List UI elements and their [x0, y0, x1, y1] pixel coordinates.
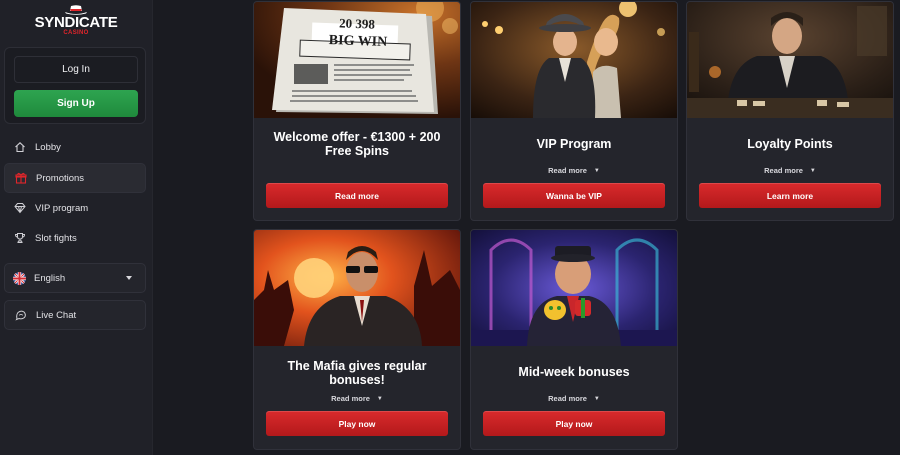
chevron-down-icon: [126, 276, 132, 280]
sidebar-item-label: Slot fights: [35, 232, 77, 244]
read-more-label: Read more: [548, 394, 587, 403]
promo-card-welcome-offer: 20 398 BIG WIN Welcome offer - €1300 + 2…: [253, 1, 461, 221]
wanna-be-vip-button[interactable]: Wanna be VIP: [483, 183, 665, 208]
play-now-button[interactable]: Play now: [483, 411, 665, 436]
sidebar-item-label: VIP program: [35, 202, 89, 214]
login-button[interactable]: Log In: [14, 56, 138, 83]
brand-name: SYNDICATE: [34, 14, 118, 31]
promo-image-newspaper: 20 398 BIG WIN: [254, 2, 460, 118]
card-title: VIP Program: [536, 137, 612, 151]
trophy-icon: [13, 231, 27, 245]
caret-down-icon: ▼: [593, 168, 600, 174]
newspaper-headline: BIG WIN: [328, 32, 388, 51]
promo-card-vip-program: VIP Program Read more ▼ Wanna be VIP: [470, 1, 678, 221]
gift-icon: [14, 171, 28, 185]
caret-down-icon: ▼: [809, 168, 816, 174]
promo-image-mafia-boss: [254, 230, 460, 346]
promo-card-mid-week-bonuses: Mid-week bonuses Read more ▼ Play now: [470, 229, 678, 450]
newspaper-number: 20 398: [338, 15, 376, 32]
home-icon: [13, 140, 27, 154]
sidebar-item-label: Promotions: [36, 172, 85, 184]
card-title: Welcome offer - €1300 + 200 Free Spins: [273, 130, 441, 158]
brand-subtitle: CASINO: [63, 30, 89, 36]
learn-more-button[interactable]: Learn more: [699, 183, 881, 208]
promo-card-mafia-bonuses: The Mafia gives regular bonuses! Read mo…: [253, 229, 461, 450]
caret-down-icon: ▼: [376, 396, 383, 402]
language-selector[interactable]: English: [4, 263, 146, 293]
promo-image-mid-week-man: [471, 230, 677, 346]
signup-button[interactable]: Sign Up: [14, 90, 138, 117]
sidebar-item-vip-program[interactable]: VIP program: [4, 193, 146, 223]
sidebar-item-slot-fights[interactable]: Slot fights: [4, 223, 146, 253]
read-more-button[interactable]: Read more: [266, 183, 448, 208]
card-title: Loyalty Points: [747, 137, 833, 151]
read-more-label: Read more: [331, 394, 370, 403]
caret-down-icon: ▼: [593, 396, 600, 402]
brand-logo[interactable]: SYNDICATE CASINO: [34, 5, 118, 37]
chat-bubble-icon: [14, 308, 28, 322]
read-more-toggle[interactable]: Read more ▼: [687, 166, 893, 175]
read-more-label: Read more: [548, 166, 587, 175]
uk-flag-icon: [13, 271, 26, 285]
sidebar-item-lobby[interactable]: Lobby: [4, 132, 146, 162]
promo-image-vip-couple: [471, 2, 677, 118]
live-chat-button[interactable]: Live Chat: [4, 300, 146, 330]
read-more-toggle[interactable]: Read more ▼: [471, 394, 677, 403]
card-title: Mid-week bonuses: [518, 365, 630, 379]
read-more-toggle[interactable]: Read more ▼: [471, 166, 677, 175]
promo-image-loyalty-man: [687, 2, 893, 118]
read-more-label: Read more: [764, 166, 803, 175]
language-label: English: [34, 272, 66, 284]
live-chat-label: Live Chat: [36, 309, 77, 321]
sidebar: SYNDICATE CASINO Log In Sign Up Lobby Pr…: [0, 0, 153, 455]
card-title: The Mafia gives regular bonuses!: [287, 359, 427, 387]
sidebar-item-promotions[interactable]: Promotions: [4, 163, 146, 193]
diamond-icon: [13, 201, 27, 215]
read-more-toggle[interactable]: Read more ▼: [254, 394, 460, 403]
sidebar-item-label: Lobby: [35, 141, 61, 153]
play-now-button[interactable]: Play now: [266, 411, 448, 436]
auth-panel: Log In Sign Up: [4, 47, 146, 124]
promo-card-loyalty-points: Loyalty Points Read more ▼ Learn more: [686, 1, 894, 221]
